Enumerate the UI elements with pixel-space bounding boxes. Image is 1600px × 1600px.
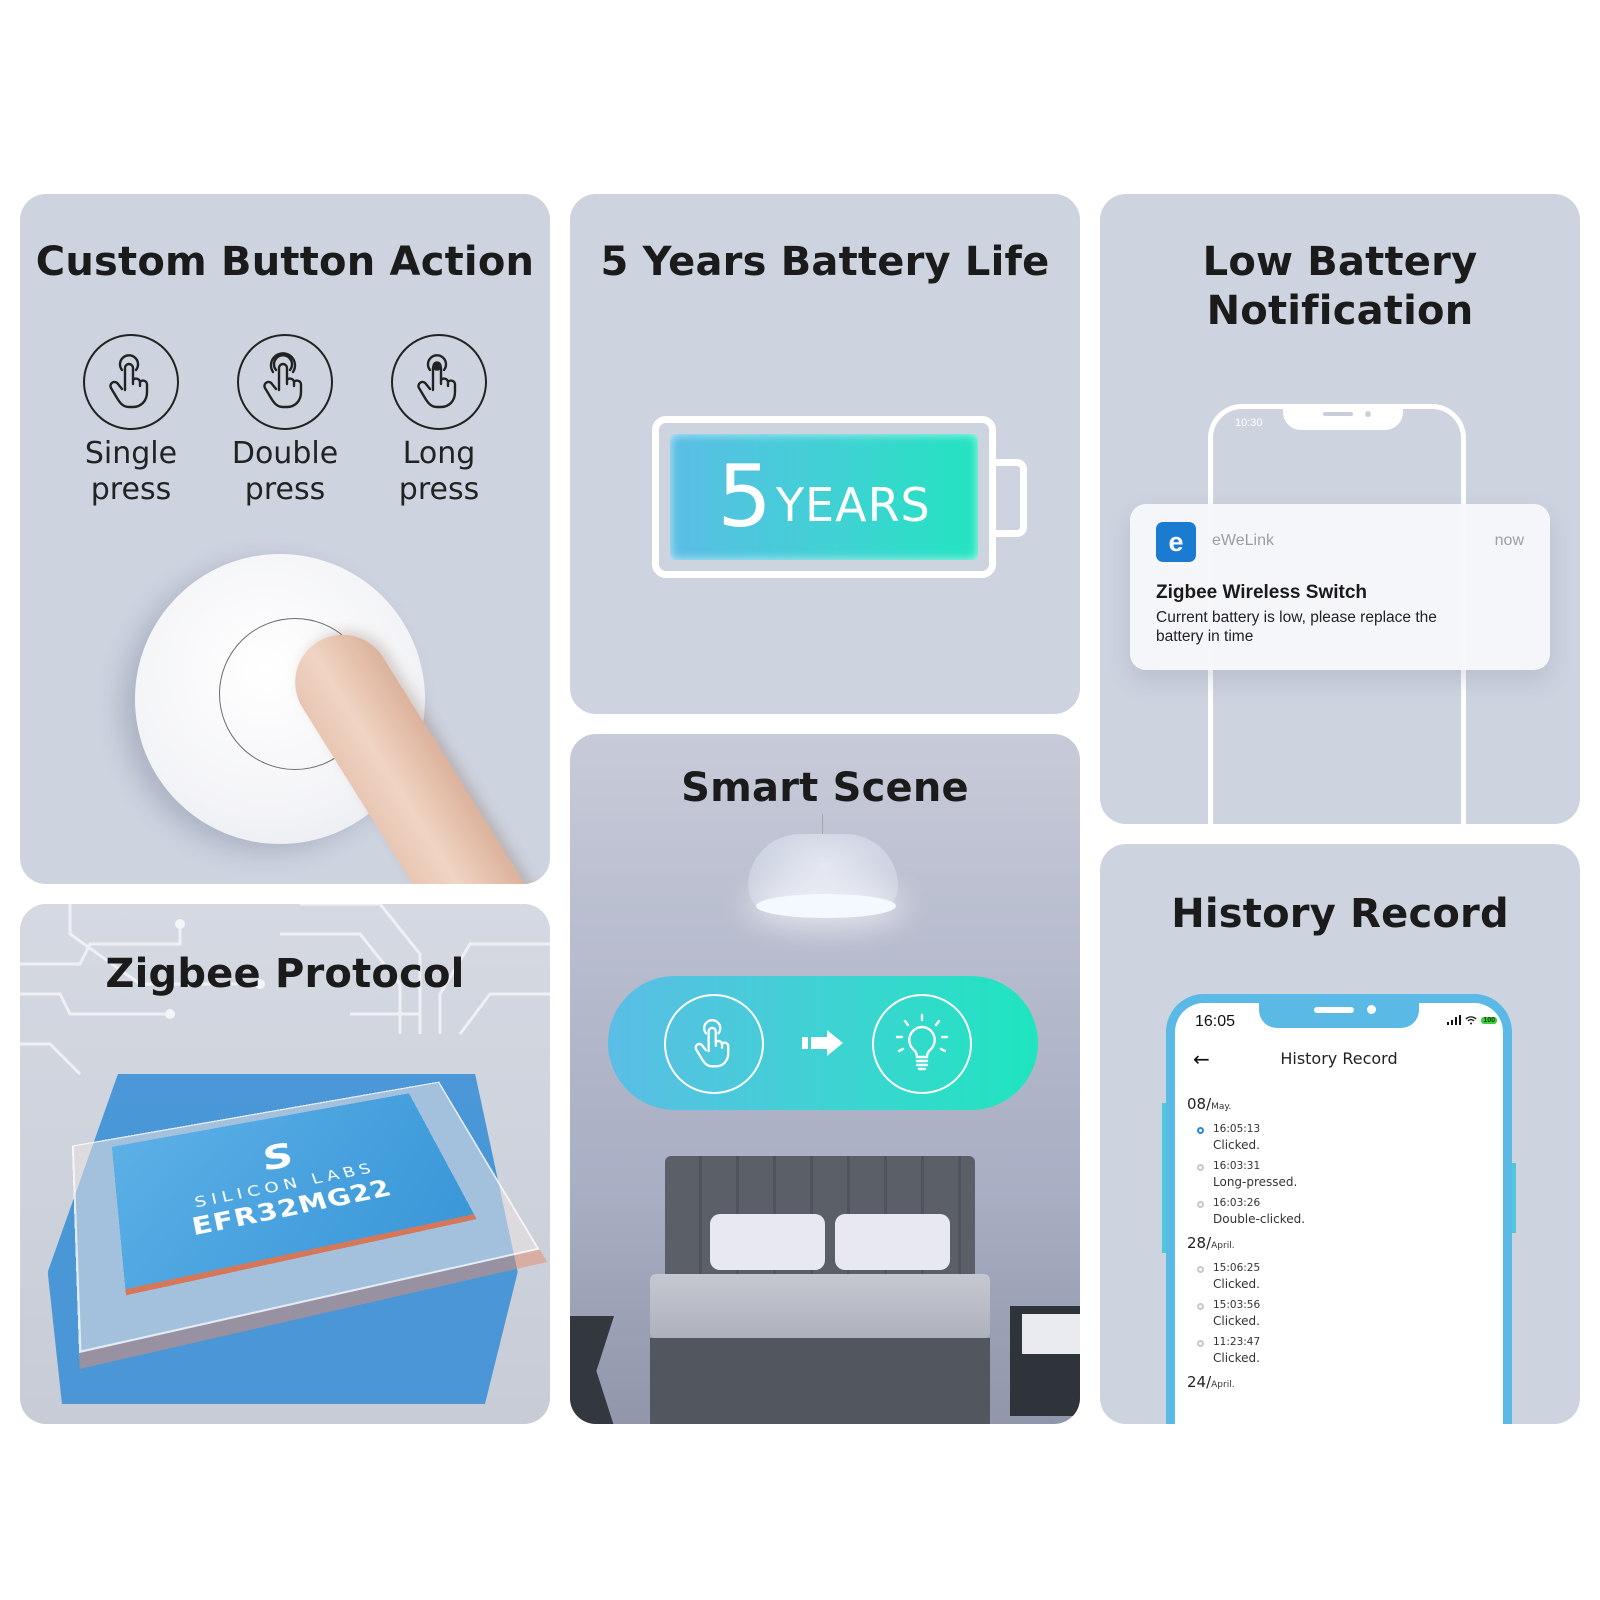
history-entry[interactable]: 16:03:31 Long-pressed. <box>1187 1160 1495 1189</box>
entry-action: Clicked. <box>1213 1138 1260 1152</box>
bed-base <box>650 1338 990 1424</box>
panel-title: Custom Button Action <box>35 239 535 285</box>
timeline-dot-icon <box>1197 1201 1204 1208</box>
entry-action: Clicked. <box>1213 1277 1260 1291</box>
notification-app-name: eWeLink <box>1212 532 1274 549</box>
timeline-dot-icon <box>1197 1127 1204 1134</box>
pillow <box>710 1214 825 1270</box>
pillow <box>835 1214 950 1270</box>
phone-notch <box>1283 404 1403 430</box>
panel-title: Low Battery Notification <box>1202 239 1478 334</box>
history-list: 08/May. 16:05:13 Clicked. 16:03:31 Long-pres… <box>1187 1089 1495 1401</box>
action-label: Single press <box>84 436 178 507</box>
status-time: 16:05 <box>1195 1013 1236 1030</box>
battery-level: 100 <box>1481 1016 1497 1024</box>
long-press-action: Long press <box>379 334 499 508</box>
tap-icon <box>664 994 764 1094</box>
bedside-table-right <box>1010 1306 1080 1416</box>
double-tap-icon <box>237 334 333 430</box>
entry-time: 16:03:26 <box>1213 1197 1261 1209</box>
history-date-header: 24/April. <box>1187 1373 1235 1391</box>
lamp-light <box>756 894 896 918</box>
history-entry[interactable]: 16:05:13 Clicked. <box>1187 1123 1495 1152</box>
entry-time: 15:06:25 <box>1213 1262 1261 1274</box>
phone-time: 10:30 <box>1235 417 1263 429</box>
bedside-table-left <box>570 1316 614 1424</box>
custom-button-action-panel: Custom Button Action Single press Double p… <box>20 194 550 884</box>
single-tap-icon <box>83 334 179 430</box>
double-press-action: Double press <box>225 334 345 508</box>
battery-fill: 5 YEARS <box>670 434 978 560</box>
history-entry[interactable]: 11:23:47 Clicked. <box>1187 1336 1495 1365</box>
battery-life-panel: 5 Years Battery Life 5 YEARS <box>570 194 1080 714</box>
status-icons: 100 <box>1447 1015 1497 1025</box>
panel-title: History Record <box>1171 891 1509 937</box>
panel-title: 5 Years Battery Life <box>600 239 1050 285</box>
action-label: Double press <box>231 436 339 507</box>
entry-action: Clicked. <box>1213 1351 1260 1365</box>
notification-time: now <box>1494 532 1524 549</box>
low-battery-panel: Low Battery Notification 10:30 e eWeLink … <box>1100 194 1580 824</box>
entry-time: 11:23:47 <box>1213 1336 1261 1348</box>
history-entry[interactable]: 15:06:25 Clicked. <box>1187 1262 1495 1291</box>
push-notification[interactable]: e eWeLink now Zigbee Wireless Switch Cur… <box>1130 504 1550 670</box>
scene-automation-banner <box>608 976 1038 1110</box>
history-phone: 16:05 100 ← History Record 08/May. 16:05:… <box>1162 994 1516 1424</box>
timeline-dot-icon <box>1197 1266 1204 1273</box>
ewelink-app-icon: e <box>1156 522 1196 562</box>
timeline-dot-icon <box>1197 1340 1204 1347</box>
zigbee-protocol-panel: Zigbee Protocol S SILICON LABS EFR32MG22 <box>20 904 550 1424</box>
timeline-dot-icon <box>1197 1164 1204 1171</box>
screen-header: ← History Record <box>1175 1047 1503 1077</box>
single-press-action: Single press <box>71 334 191 508</box>
notification-title: Zigbee Wireless Switch <box>1156 582 1368 603</box>
battery-years-unit: YEARS <box>775 478 931 532</box>
history-record-panel: History Record 16:05 100 ← History Recor… <box>1100 844 1580 1424</box>
battery-years-number: 5 <box>717 447 772 547</box>
battery-icon: 5 YEARS <box>652 416 1027 578</box>
phone-notch <box>1259 994 1419 1028</box>
entry-time: 16:05:13 <box>1213 1123 1261 1135</box>
history-entry[interactable]: 15:03:56 Clicked. <box>1187 1299 1495 1328</box>
notification-body: Current battery is low, please replace t… <box>1156 609 1437 646</box>
entry-action: Clicked. <box>1213 1314 1260 1328</box>
press-actions: Single press Double press Long press <box>20 334 550 508</box>
light-bulb-icon <box>872 994 972 1094</box>
panel-title: Smart Scene <box>681 765 969 811</box>
timeline-dot-icon <box>1197 1303 1204 1310</box>
wifi-icon <box>1465 1016 1477 1025</box>
history-date-header: 28/April. <box>1187 1234 1235 1252</box>
signal-icon <box>1447 1015 1462 1025</box>
bed-mattress <box>650 1274 990 1338</box>
battery-cap <box>995 459 1027 537</box>
history-entry[interactable]: 16:03:26 Double-clicked. <box>1187 1197 1495 1226</box>
entry-time: 15:03:56 <box>1213 1299 1261 1311</box>
entry-time: 16:03:31 <box>1213 1160 1261 1172</box>
silicon-labs-logo-icon: S <box>257 1136 300 1179</box>
entry-action: Long-pressed. <box>1213 1175 1298 1189</box>
screen-title: History Record <box>1280 1049 1398 1068</box>
arrow-right-icon <box>802 1030 843 1056</box>
long-press-icon <box>391 334 487 430</box>
smart-scene-panel: Smart Scene <box>570 734 1080 1424</box>
entry-action: Double-clicked. <box>1213 1212 1306 1226</box>
panel-title: Zigbee Protocol <box>105 951 465 997</box>
history-date-header: 08/May. <box>1187 1095 1232 1113</box>
action-label: Long press <box>398 436 480 507</box>
